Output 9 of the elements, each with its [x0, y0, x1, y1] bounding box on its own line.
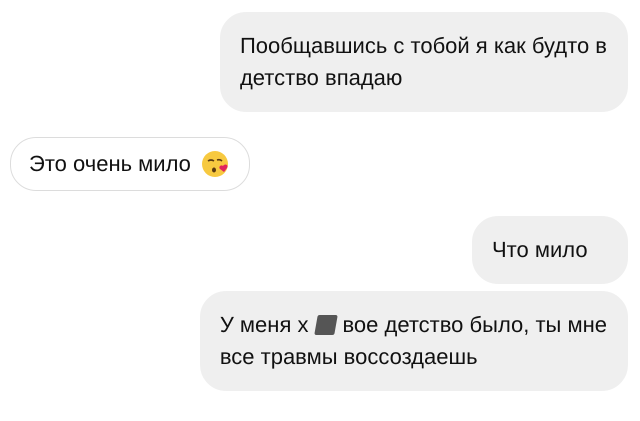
- redaction-mark: [314, 315, 338, 335]
- message-text: все травмы воссоздаешь: [220, 343, 478, 371]
- message-text: Это очень мило: [29, 150, 191, 178]
- message-text: У меня х: [220, 311, 308, 339]
- kissing-face-icon: [200, 149, 231, 179]
- message-text: Что мило: [492, 236, 588, 264]
- message-text: Пообщавшись с тобой я как будто в: [240, 32, 607, 60]
- message-text: вое детство было, ты мне: [342, 311, 607, 339]
- message-text: детство впадаю: [240, 64, 402, 92]
